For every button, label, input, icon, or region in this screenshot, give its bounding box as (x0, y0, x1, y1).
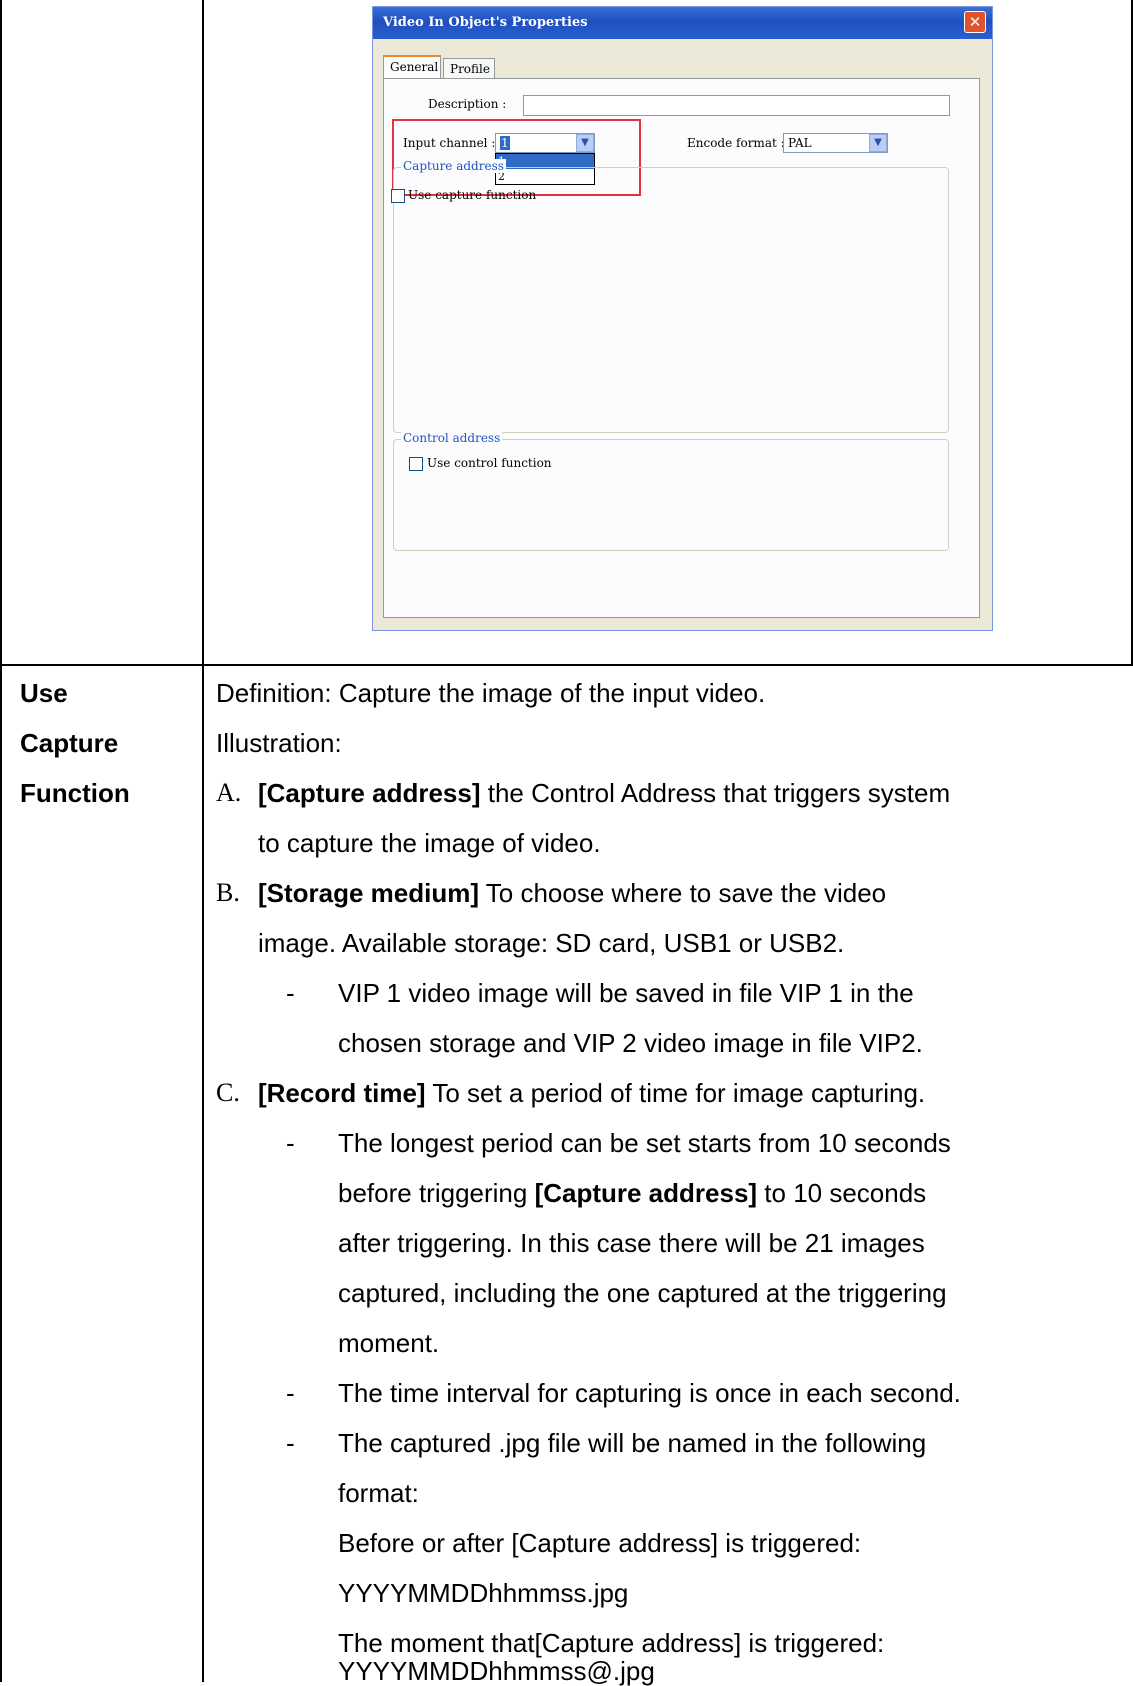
bullet-line: Before or after [Capture address] is tri… (338, 1528, 862, 1558)
bullet-line: YYYYMMDDhhmmss.jpg (338, 1578, 629, 1608)
use-capture-checkbox[interactable] (391, 189, 405, 203)
chevron-down-icon[interactable]: ▼ (869, 134, 887, 152)
list-item-line: image. Available storage: SD card, USB1 … (258, 928, 845, 958)
list-item-text: To set a period of time for image captur… (425, 1078, 926, 1108)
bullet-text: to 10 seconds (757, 1178, 927, 1208)
list-item-term: [Storage medium] (258, 878, 480, 908)
use-control-checkbox[interactable] (409, 457, 423, 471)
definition-text: Definition: Capture the image of the inp… (216, 678, 766, 708)
bullet-line: The longest period can be set starts fro… (338, 1128, 951, 1158)
description-input[interactable] (523, 95, 950, 116)
list-item-text: To choose where to save the video (479, 878, 887, 908)
bullet-dash: - (286, 1128, 295, 1158)
row-heading-line: Function (20, 778, 130, 808)
list-item-term: [Record time] (258, 1078, 426, 1108)
bullet-line: format: (338, 1478, 419, 1508)
bullet-dash: - (286, 1428, 295, 1458)
bullet-text: before triggering (338, 1178, 535, 1208)
list-marker: B. (216, 878, 240, 907)
list-item-line: [Storage medium] To choose where to save… (258, 876, 886, 910)
dialog-titlebar: Video In Object's Properties ✕ (373, 7, 992, 39)
list-item-line: to capture the image of video. (258, 828, 601, 858)
bullet-line: after triggering. In this case there wil… (338, 1228, 925, 1258)
bullet-line: moment. (338, 1328, 440, 1358)
bullet-dash: - (286, 1378, 295, 1408)
description-label: Description : (428, 97, 507, 111)
capture-address-group (393, 167, 949, 433)
table-border-left (0, 0, 2, 1682)
bullet-line: chosen storage and VIP 2 video image in … (338, 1028, 923, 1058)
list-item-line: [Record time] To set a period of time fo… (258, 1076, 925, 1110)
bullet-line: The time interval for capturing is once … (338, 1378, 961, 1408)
capture-address-legend: Capture address (401, 159, 506, 173)
row-heading-line: Capture (20, 728, 119, 758)
control-address-legend: Control address (401, 431, 503, 445)
tab-general[interactable]: General (383, 55, 441, 79)
illustration-label: Illustration: (216, 728, 342, 758)
use-capture-label: Use capture function (408, 188, 537, 202)
bullet-term: [Capture address] (534, 1178, 758, 1208)
properties-dialog: Video In Object's Properties ✕ General P… (372, 6, 993, 631)
table-row-divider (0, 664, 1133, 666)
use-control-label: Use control function (427, 456, 552, 470)
row-heading-line: Use (20, 678, 68, 708)
bullet-line: YYYYMMDDhhmmss@.jpg (338, 1656, 655, 1686)
encode-format-label: Encode format : (687, 136, 785, 150)
bullet-line: before triggering [Capture address] to 1… (338, 1176, 926, 1210)
bullet-line: captured, including the one captured at … (338, 1278, 947, 1308)
list-item-text: the Control Address that triggers system (480, 778, 951, 808)
bullet-line: VIP 1 video image will be saved in file … (338, 978, 914, 1008)
table-border-col (202, 0, 204, 1682)
dialog-title: Video In Object's Properties (383, 15, 588, 30)
bullet-line: The captured .jpg file will be named in … (338, 1428, 927, 1458)
list-marker: A. (216, 778, 242, 807)
list-item-term: [Capture address] (258, 778, 481, 808)
close-icon[interactable]: ✕ (964, 11, 986, 33)
list-marker: C. (216, 1078, 240, 1107)
tab-profile[interactable]: Profile (443, 58, 495, 80)
list-item-line: [Capture address] the Control Address th… (258, 776, 950, 810)
bullet-dash: - (286, 978, 295, 1008)
bullet-line: The moment that[Capture address] is trig… (338, 1628, 885, 1658)
